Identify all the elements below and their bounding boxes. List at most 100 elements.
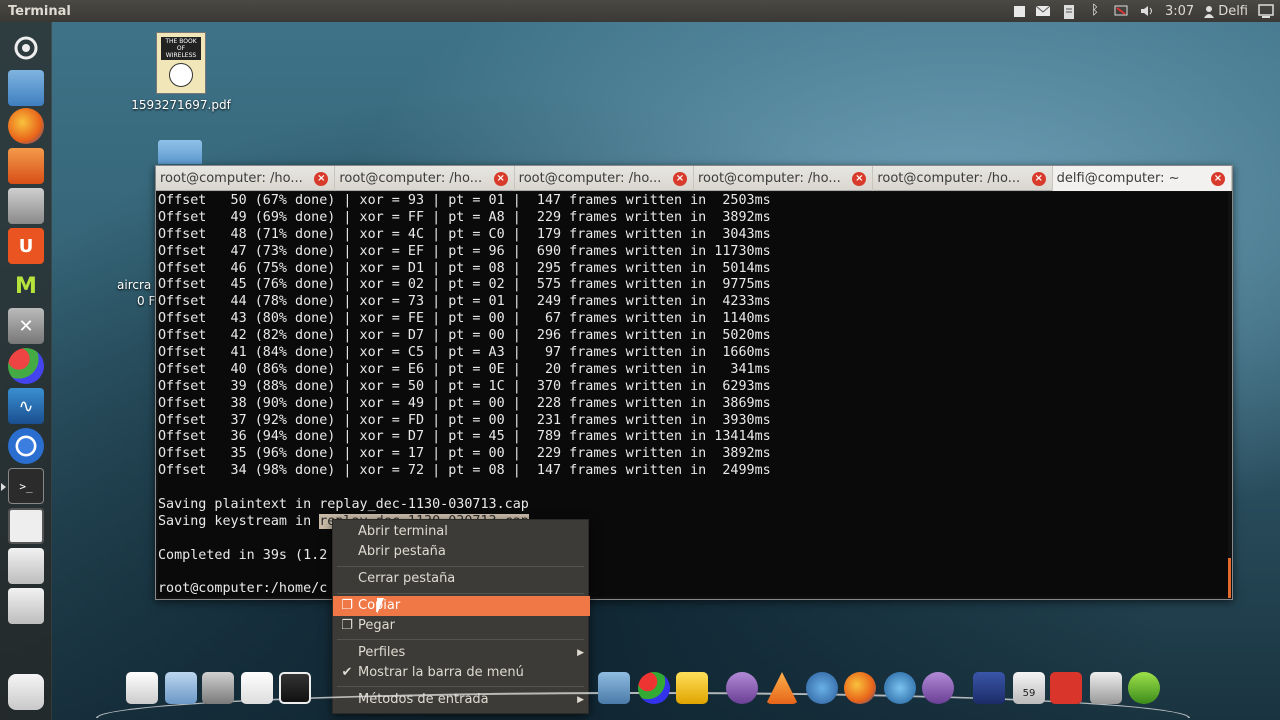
output-line: Saving keystream in replay_dec-1130-0307… (158, 513, 1228, 531)
close-icon[interactable]: × (493, 171, 508, 186)
close-icon[interactable]: × (314, 171, 329, 186)
close-icon[interactable]: × (672, 171, 687, 186)
close-icon[interactable]: × (852, 171, 867, 186)
window-icon[interactable] (1013, 5, 1025, 17)
dock-swirl-icon[interactable] (884, 672, 916, 704)
output-line: Offset 45 (76% done) | xor = 02 | pt = 0… (158, 277, 771, 293)
tab-bar: root@computer: /ho... × root@computer: /… (156, 166, 1232, 191)
dock-document-icon[interactable] (126, 672, 158, 704)
dock-laptop-icon[interactable] (202, 672, 234, 704)
checkmark-icon: ✔ (341, 665, 353, 680)
dock-calendar-icon[interactable]: 59 (1013, 672, 1045, 704)
tab-2[interactable]: root@computer: /ho... × (335, 166, 515, 191)
terminal-icon[interactable]: >_ (1, 468, 44, 504)
window-app-icon[interactable] (8, 508, 44, 544)
user-menu[interactable]: Delfi (1204, 4, 1248, 19)
menu-item-label: Mostrar la barra de menú (358, 665, 524, 680)
system-tray: ᛒ 3:07 Delfi (1013, 0, 1280, 22)
dock-editor-icon[interactable] (241, 672, 273, 704)
menu-item-close-tab[interactable]: Cerrar pestaña (333, 569, 590, 589)
trash-icon[interactable] (8, 674, 44, 710)
chat-app-icon[interactable] (8, 348, 44, 384)
tab-label: root@computer: /ho... (697, 171, 841, 186)
tab-4[interactable]: root@computer: /ho... × (694, 166, 874, 191)
clipboard-icon[interactable] (1061, 4, 1077, 19)
firefox-icon[interactable] (8, 108, 44, 144)
dash-home-icon[interactable] (8, 30, 44, 66)
tab-6[interactable]: delfi@computer: ~ × (1052, 166, 1232, 191)
dock-recycle-icon[interactable] (1128, 672, 1160, 704)
monitor-app-icon[interactable]: M (8, 268, 44, 304)
menu-item-open-tab[interactable]: Abrir pestaña (333, 542, 590, 562)
tab-label: delfi@computer: ~ (1056, 171, 1180, 186)
dock-people-icon[interactable] (598, 672, 630, 704)
dock-pidgin-icon[interactable] (726, 672, 758, 704)
dock-network-icon[interactable] (165, 672, 197, 704)
clock[interactable]: 3:07 (1165, 4, 1194, 19)
active-app-title: Terminal (8, 3, 71, 19)
dock-firefox-icon[interactable] (844, 672, 876, 704)
folder-icon[interactable] (158, 140, 202, 164)
dock-power-icon[interactable] (1050, 672, 1082, 704)
dock-chat-icon[interactable] (638, 672, 670, 704)
tab-label: root@computer: /ho... (877, 171, 1021, 186)
output-line: Offset 50 (67% done) | xor = 93 | pt = 0… (158, 193, 771, 208)
close-icon[interactable]: × (1210, 171, 1225, 186)
pdf-cover-illustration (169, 63, 193, 87)
dock-vlc-alt-icon[interactable] (676, 672, 708, 704)
desktop-partial-size: 0 F (137, 294, 156, 308)
menu-item-paste[interactable]: ❐ Pegar (333, 616, 590, 636)
display-settings-icon[interactable] (8, 188, 44, 224)
output-line: Offset 43 (80% done) | xor = FE | pt = 0… (158, 311, 771, 327)
drive-icon-2[interactable] (8, 588, 44, 624)
terminal-window[interactable]: root@computer: /ho... × root@computer: /… (155, 165, 1233, 600)
tab-3[interactable]: root@computer: /ho... × (515, 166, 694, 191)
home-folder-icon[interactable] (8, 70, 44, 106)
menu-separator (337, 566, 584, 567)
output-line: Offset 34 (98% done) | xor = 72 | pt = 0… (158, 463, 771, 479)
system-monitor-icon[interactable]: ∿ (8, 388, 44, 424)
tab-5[interactable]: root@computer: /ho... × (873, 166, 1053, 191)
dock-vlc-icon[interactable] (766, 672, 798, 704)
desktop-partial-label: aircra (117, 278, 152, 292)
volume-icon[interactable] (1139, 4, 1155, 18)
menu-item-label: Pegar (358, 618, 395, 633)
pdf-cover-title: THE BOOK OF WIRELESS (161, 37, 201, 60)
submenu-arrow-icon: ▶ (577, 648, 584, 658)
software-center-icon[interactable] (8, 148, 44, 184)
menu-item-show-menubar[interactable]: ✔ Mostrar la barra de menú (333, 663, 590, 683)
session-icon[interactable] (1258, 4, 1274, 18)
output-line: Offset 41 (84% done) | xor = C5 | pt = A… (158, 345, 771, 361)
terminal-output[interactable]: Offset 50 (67% done) | xor = 93 | pt = 0… (158, 192, 1228, 597)
pdf-thumbnail: THE BOOK OF WIRELESS (156, 32, 206, 94)
output-line: Offset 36 (94% done) | xor = D7 | pt = 4… (158, 429, 771, 445)
menu-item-profiles[interactable]: Perfiles ▶ (333, 643, 590, 663)
output-line: Offset 46 (75% done) | xor = D1 | pt = 0… (158, 260, 771, 276)
tab-1[interactable]: root@computer: /ho... × (156, 166, 336, 191)
dock-pidgin-icon-2[interactable] (922, 672, 954, 704)
menu-item-label: Perfiles (358, 645, 406, 660)
user-icon (1204, 5, 1215, 18)
context-menu: Abrir terminal Abrir pestaña Cerrar pest… (332, 519, 590, 714)
mail-icon[interactable] (1035, 4, 1051, 18)
dock-camera-icon[interactable] (279, 672, 311, 704)
scrollbar[interactable] (1228, 558, 1231, 598)
pdf-filename: 1593271697.pdf (131, 98, 231, 112)
dock-cpu-ram-icon[interactable] (973, 672, 1005, 704)
drive-icon-1[interactable] (8, 548, 44, 584)
menu-item-open-terminal[interactable]: Abrir terminal (333, 522, 590, 542)
close-icon[interactable]: × (1031, 171, 1046, 186)
bluetooth-icon[interactable]: ᛒ (1087, 4, 1103, 18)
menu-item-copy[interactable]: ❐ Copiar (333, 596, 590, 616)
output-line: Offset 35 (96% done) | xor = 17 | pt = 0… (158, 446, 771, 462)
dock-window-icon[interactable] (1090, 672, 1122, 704)
ubuntu-one-icon[interactable]: U (8, 228, 44, 264)
tools-icon[interactable]: ✕ (8, 308, 44, 344)
pdf-desktop-icon[interactable]: THE BOOK OF WIRELESS 1593271697.pdf (128, 32, 234, 112)
output-line: Offset 37 (92% done) | xor = FD | pt = 0… (158, 412, 771, 428)
chrome-icon[interactable] (8, 428, 44, 464)
dock-thunderbird-icon[interactable] (806, 672, 838, 704)
network-icon[interactable] (1113, 4, 1129, 18)
